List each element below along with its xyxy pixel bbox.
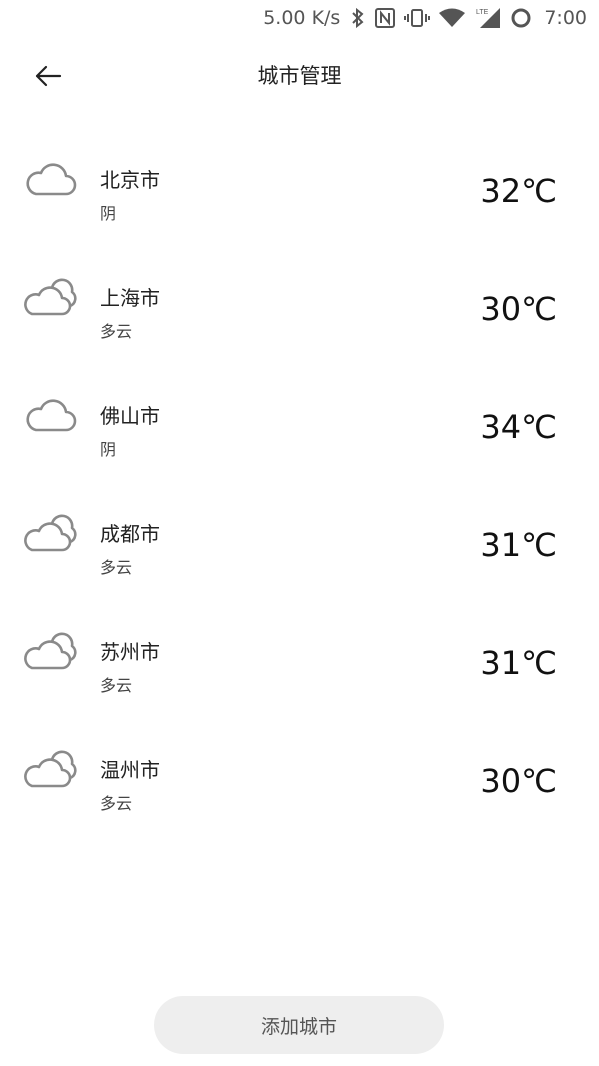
page-title: 城市管理 xyxy=(257,64,342,88)
city-temperature: 31℃ xyxy=(480,526,557,564)
city-weather: 阴 xyxy=(100,204,117,223)
city-row-shanghai[interactable]: 上海市 多云 30℃ xyxy=(0,246,599,364)
lte-signal-icon: LTE xyxy=(474,6,502,30)
city-weather: 多云 xyxy=(100,676,133,695)
city-weather: 多云 xyxy=(100,322,133,341)
wifi-icon xyxy=(438,7,466,29)
svg-text:LTE: LTE xyxy=(476,9,489,16)
cloud-overcast-icon xyxy=(26,163,77,196)
city-row-beijing[interactable]: 北京市 阴 32℃ xyxy=(0,128,599,246)
header: 城市管理 xyxy=(0,44,599,108)
clock: 7:00 xyxy=(544,7,587,29)
city-temperature: 31℃ xyxy=(480,644,557,682)
city-temperature: 34℃ xyxy=(480,408,557,446)
city-row-suzhou[interactable]: 苏州市 多云 31℃ xyxy=(0,600,599,718)
city-management-screen: 5.00 K/s LTE 7:00 城市管理 北京市 阴 32℃ 上海市 多云 … xyxy=(0,0,599,1066)
nfc-icon xyxy=(374,7,396,29)
city-temperature: 30℃ xyxy=(480,762,557,800)
city-temperature: 32℃ xyxy=(480,172,557,210)
cloud-partly-icon xyxy=(24,632,77,670)
city-name: 佛山市 xyxy=(100,404,160,428)
city-row-foshan[interactable]: 佛山市 阴 34℃ xyxy=(0,364,599,482)
circle-status-icon xyxy=(510,7,532,29)
bluetooth-icon xyxy=(350,7,366,29)
city-name: 上海市 xyxy=(100,286,160,310)
cloud-overcast-icon xyxy=(26,399,77,432)
cloud-partly-icon xyxy=(24,750,77,788)
city-name: 温州市 xyxy=(100,758,160,782)
network-speed: 5.00 K/s xyxy=(263,7,341,29)
vibrate-icon xyxy=(404,7,431,29)
city-weather: 阴 xyxy=(100,440,117,459)
city-temperature: 30℃ xyxy=(480,290,557,328)
city-name: 成都市 xyxy=(100,522,160,546)
city-name: 北京市 xyxy=(100,168,160,192)
status-bar: 5.00 K/s LTE 7:00 xyxy=(0,0,599,36)
city-row-chengdu[interactable]: 成都市 多云 31℃ xyxy=(0,482,599,600)
city-weather: 多云 xyxy=(100,558,133,577)
city-row-wenzhou[interactable]: 温州市 多云 30℃ xyxy=(0,718,599,836)
city-weather: 多云 xyxy=(100,794,133,813)
cloud-partly-icon xyxy=(24,514,77,552)
city-list: 北京市 阴 32℃ 上海市 多云 30℃ 佛山市 阴 34℃ 成都市 多云 31… xyxy=(0,128,599,836)
city-name: 苏州市 xyxy=(100,640,160,664)
cloud-partly-icon xyxy=(24,278,77,316)
add-city-button[interactable]: 添加城市 xyxy=(154,996,444,1054)
